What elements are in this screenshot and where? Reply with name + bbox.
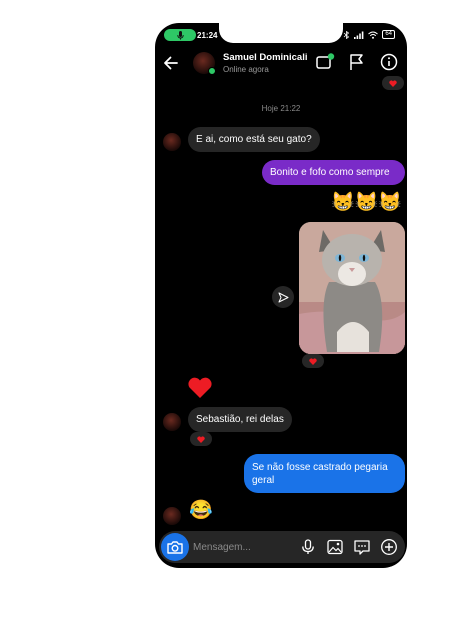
gallery-icon[interactable]	[326, 538, 344, 556]
heart-icon	[389, 80, 397, 87]
signal-icon	[354, 31, 364, 39]
contact-status: Online agora	[223, 65, 269, 74]
sticker-icon[interactable]	[353, 538, 371, 556]
status-icons: 64	[343, 30, 395, 39]
date-divider: Hoje 21:22	[261, 104, 301, 113]
contact-avatar-small[interactable]	[163, 413, 181, 431]
phone-frame: 21:24 64 Samuel Dominicali Online agora …	[155, 23, 407, 568]
message-bubble-outgoing[interactable]: Se não fosse castrado pegaria geral	[244, 454, 405, 493]
status-bar: 21:24 64	[155, 23, 407, 43]
chat-header: Samuel Dominicali Online agora	[155, 47, 407, 79]
battery-icon: 64	[382, 30, 395, 39]
message-bubble-incoming[interactable]: Sebastião, rei delas	[188, 407, 292, 432]
microphone-icon	[176, 30, 184, 40]
emoji-message[interactable]: 😸😸😸	[331, 193, 402, 213]
plus-icon[interactable]	[380, 538, 398, 556]
message-bubble-incoming[interactable]: E ai, como está seu gato?	[188, 127, 320, 152]
contact-avatar-small[interactable]	[163, 133, 181, 151]
camera-button[interactable]	[161, 533, 189, 561]
camera-icon	[167, 541, 183, 554]
cat-photo[interactable]	[299, 222, 405, 354]
online-indicator	[208, 67, 216, 75]
bluetooth-icon	[344, 30, 350, 39]
heart-icon	[197, 436, 205, 443]
info-icon[interactable]	[379, 52, 399, 72]
big-heart-icon[interactable]	[187, 376, 213, 399]
reaction-heart[interactable]	[302, 354, 324, 368]
send-icon	[278, 292, 288, 302]
message-composer	[159, 531, 405, 563]
message-input[interactable]	[193, 539, 293, 555]
contact-name[interactable]: Samuel Dominicali	[223, 52, 307, 63]
heart-icon	[309, 358, 317, 365]
mic-indicator	[164, 29, 196, 41]
reaction-heart[interactable]	[382, 76, 404, 90]
emoji-message[interactable]: 😂	[189, 501, 213, 521]
share-button[interactable]	[272, 286, 294, 308]
back-arrow-icon[interactable]	[161, 53, 181, 73]
message-bubble-outgoing[interactable]: Bonito e fofo como sempre	[262, 160, 405, 185]
microphone-icon[interactable]	[299, 538, 317, 556]
reaction-heart[interactable]	[190, 432, 212, 446]
contact-avatar-small[interactable]	[163, 507, 181, 525]
cat-image	[299, 222, 405, 354]
wifi-icon	[368, 31, 379, 39]
video-call-icon[interactable]	[315, 52, 335, 72]
flag-icon[interactable]	[347, 52, 367, 72]
clock: 21:24	[197, 31, 218, 40]
